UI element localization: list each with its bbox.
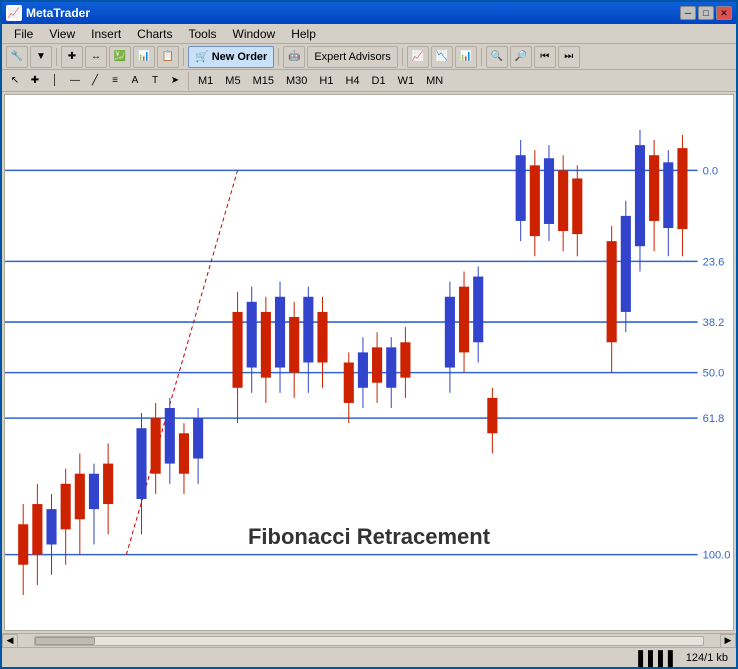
status-bar: ▌▌▌▌ 124/1 kb	[2, 647, 736, 667]
svg-text:61.8: 61.8	[703, 413, 725, 425]
toolbar-btn-nav2[interactable]: ⏭	[558, 46, 580, 68]
toolbar-sep-5	[481, 48, 482, 66]
menu-window[interactable]: Window	[225, 25, 284, 43]
timeframe-m30[interactable]: M30	[281, 73, 312, 89]
new-order-icon: 🛒	[195, 50, 209, 63]
minimize-button[interactable]: ─	[680, 6, 696, 20]
svg-text:38.2: 38.2	[703, 317, 725, 329]
status-bars-icon: ▌▌▌▌	[638, 650, 678, 666]
expert-advisors-button[interactable]: Expert Advisors	[307, 46, 397, 68]
toolbar-btn-chart2[interactable]: 📉	[431, 46, 453, 68]
timeframe-m5[interactable]: M5	[220, 73, 245, 89]
timeframe-d1[interactable]: D1	[367, 73, 391, 89]
timeframe-h4[interactable]: H4	[340, 73, 364, 89]
maximize-button[interactable]: □	[698, 6, 714, 20]
toolbar-sep-3	[278, 48, 279, 66]
hline-tool[interactable]: —	[66, 72, 84, 90]
scrollbar-thumb[interactable]	[35, 637, 95, 645]
crosshair-tool[interactable]: ✚	[26, 72, 44, 90]
title-bar: 📈 MetaTrader ─ □ ✕	[2, 2, 736, 24]
toolbar-sep-2	[183, 48, 184, 66]
status-right: ▌▌▌▌ 124/1 kb	[638, 650, 728, 666]
menu-view[interactable]: View	[41, 25, 83, 43]
title-bar-controls: ─ □ ✕	[680, 6, 732, 20]
timeframe-h1[interactable]: H1	[314, 73, 338, 89]
menu-help[interactable]: Help	[283, 25, 324, 43]
toolbar-btn-5[interactable]: 💹	[109, 46, 131, 68]
toolbar-btn-2[interactable]: ▼	[30, 46, 52, 68]
text-tool[interactable]: A	[126, 72, 144, 90]
line-tool[interactable]: │	[46, 72, 64, 90]
expert-advisors-label: Expert Advisors	[314, 51, 390, 63]
menu-tools[interactable]: Tools	[181, 25, 225, 43]
window-title: MetaTrader	[26, 6, 90, 20]
toolbar-btn-1[interactable]: 🔧	[6, 46, 28, 68]
timeframe-w1[interactable]: W1	[393, 73, 420, 89]
svg-text:23.6: 23.6	[703, 256, 725, 268]
arrow-tool[interactable]: ➤	[166, 72, 184, 90]
toolbar-btn-6[interactable]: 📊	[133, 46, 155, 68]
main-toolbar: 🔧 ▼ ✚ ↔ 💹 📊 📋 🛒 New Order 🤖 Expert Advis…	[2, 44, 736, 70]
toolbar-btn-nav1[interactable]: ⏮	[534, 46, 556, 68]
cursor-tool[interactable]: ↖	[6, 72, 24, 90]
new-order-button[interactable]: 🛒 New Order	[188, 46, 274, 68]
toolbar-btn-zoom-in[interactable]: 🔍	[486, 46, 508, 68]
channel-tool[interactable]: ≡	[106, 72, 124, 90]
status-kb: 124/1 kb	[686, 652, 728, 664]
toolbar-btn-7[interactable]: 📋	[157, 46, 179, 68]
toolbar-btn-4[interactable]: ↔	[85, 46, 107, 68]
scrollbar-track[interactable]	[34, 636, 704, 646]
scroll-right-btn[interactable]: ▶	[720, 634, 736, 648]
svg-text:100.0: 100.0	[703, 550, 731, 562]
horizontal-scrollbar[interactable]: ◀ ▶	[2, 633, 736, 647]
timeframe-m1[interactable]: M1	[193, 73, 218, 89]
menu-file[interactable]: File	[6, 25, 41, 43]
toolbar-btn-zoom-out[interactable]: 🔎	[510, 46, 532, 68]
menu-bar: File View Insert Charts Tools Window Hel…	[2, 24, 736, 44]
new-order-label: New Order	[212, 51, 268, 63]
chart-title: Fibonacci Retracement	[248, 524, 490, 550]
drawing-toolbar: ↖ ✚ │ — ╱ ≡ A T ➤ M1 M5 M15 M30 H1 H4 D1…	[2, 70, 736, 92]
trendline-tool[interactable]: ╱	[86, 72, 104, 90]
chart-area[interactable]: 0.0 23.6 38.2 50.0 61.8 100.0	[4, 94, 734, 631]
toolbar-btn-chart1[interactable]: 📈	[407, 46, 429, 68]
app-icon: 📈	[6, 5, 22, 21]
toolbar-btn-robot-icon[interactable]: 🤖	[283, 46, 305, 68]
timeframe-m15[interactable]: M15	[248, 73, 279, 89]
toolbar-sep-1	[56, 48, 57, 66]
toolbar-btn-chart3[interactable]: 📊	[455, 46, 477, 68]
time-sep	[188, 72, 189, 90]
svg-text:0.0: 0.0	[703, 165, 718, 177]
menu-charts[interactable]: Charts	[129, 25, 180, 43]
svg-text:50.0: 50.0	[703, 368, 725, 380]
close-button[interactable]: ✕	[716, 6, 732, 20]
label-tool[interactable]: T	[146, 72, 164, 90]
timeframe-mn[interactable]: MN	[421, 73, 448, 89]
toolbar-sep-4	[402, 48, 403, 66]
scroll-left-btn[interactable]: ◀	[2, 634, 18, 648]
title-bar-left: 📈 MetaTrader	[6, 5, 90, 21]
menu-insert[interactable]: Insert	[83, 25, 129, 43]
toolbar-btn-3[interactable]: ✚	[61, 46, 83, 68]
main-window: 📈 MetaTrader ─ □ ✕ File View Insert Char…	[0, 0, 738, 669]
